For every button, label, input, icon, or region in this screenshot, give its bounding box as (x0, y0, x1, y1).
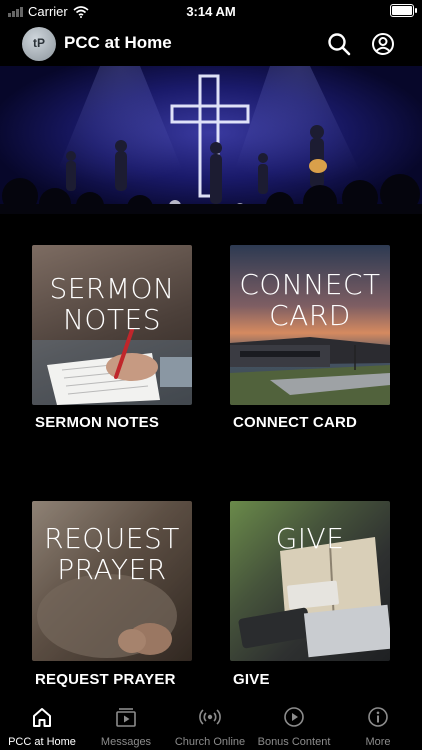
tab-label: PCC at Home (8, 736, 76, 748)
tile-give[interactable]: GIVE (230, 501, 390, 661)
status-time: 3:14 AM (186, 4, 236, 19)
tab-more[interactable]: More (336, 700, 420, 750)
info-icon (368, 707, 388, 727)
worship-stage-illustration (0, 66, 422, 214)
tile-sermon-notes[interactable]: SERMON NOTES (32, 245, 192, 405)
tab-label: Messages (100, 736, 152, 748)
tile-label-request-prayer[interactable]: REQUEST PRAYER (35, 671, 176, 688)
give-image-text: GIVE (230, 523, 390, 554)
tile-label-connect-card[interactable]: CONNECT CARD (233, 414, 357, 431)
play-circle-icon (284, 707, 304, 727)
home-icon (33, 708, 51, 727)
app-title: PCC at Home (64, 33, 172, 52)
church-logo[interactable]: tP (22, 27, 56, 61)
tab-messages[interactable]: Messages (84, 700, 168, 750)
tab-bonus-content[interactable]: Bonus Content (252, 700, 336, 750)
request-prayer-image-text: REQUEST PRAYER (32, 523, 192, 585)
image-text-line: SERMON (49, 272, 175, 305)
image-text-line: REQUEST (44, 522, 180, 555)
status-bar: Carrier 3:14 AM (0, 0, 422, 22)
hero-worship-image (0, 66, 422, 214)
image-text-line: CARD (269, 299, 351, 332)
tile-label-sermon-notes[interactable]: SERMON NOTES (35, 414, 159, 431)
tab-label: Bonus Content (257, 736, 331, 748)
play-screen-icon (116, 708, 136, 727)
connect-card-image-text: CONNECT CARD (230, 269, 390, 331)
tile-request-prayer[interactable]: REQUEST PRAYER (32, 501, 192, 661)
tab-label: Church Online (174, 736, 246, 748)
sermon-notes-image-text: SERMON NOTES (32, 273, 192, 335)
tab-church-online[interactable]: Church Online (168, 700, 252, 750)
tab-pcc-at-home[interactable]: PCC at Home (0, 700, 84, 750)
navigation-bar: tP PCC at Home (0, 22, 422, 66)
logo-text: tP (33, 36, 45, 50)
image-text-line: CONNECT (239, 268, 381, 301)
image-text-line: PRAYER (57, 553, 167, 586)
tab-bar: PCC at Home Messages Church Online Bonus… (0, 700, 422, 750)
search-icon[interactable] (327, 32, 351, 56)
tab-label: More (365, 736, 391, 748)
image-text-line: GIVE (275, 522, 345, 555)
tile-connect-card[interactable]: CONNECT CARD (230, 245, 390, 405)
broadcast-icon (199, 709, 221, 725)
account-icon[interactable] (371, 32, 395, 56)
tile-label-give[interactable]: GIVE (233, 671, 270, 688)
image-text-line: NOTES (62, 303, 162, 336)
battery-icon (390, 4, 417, 17)
